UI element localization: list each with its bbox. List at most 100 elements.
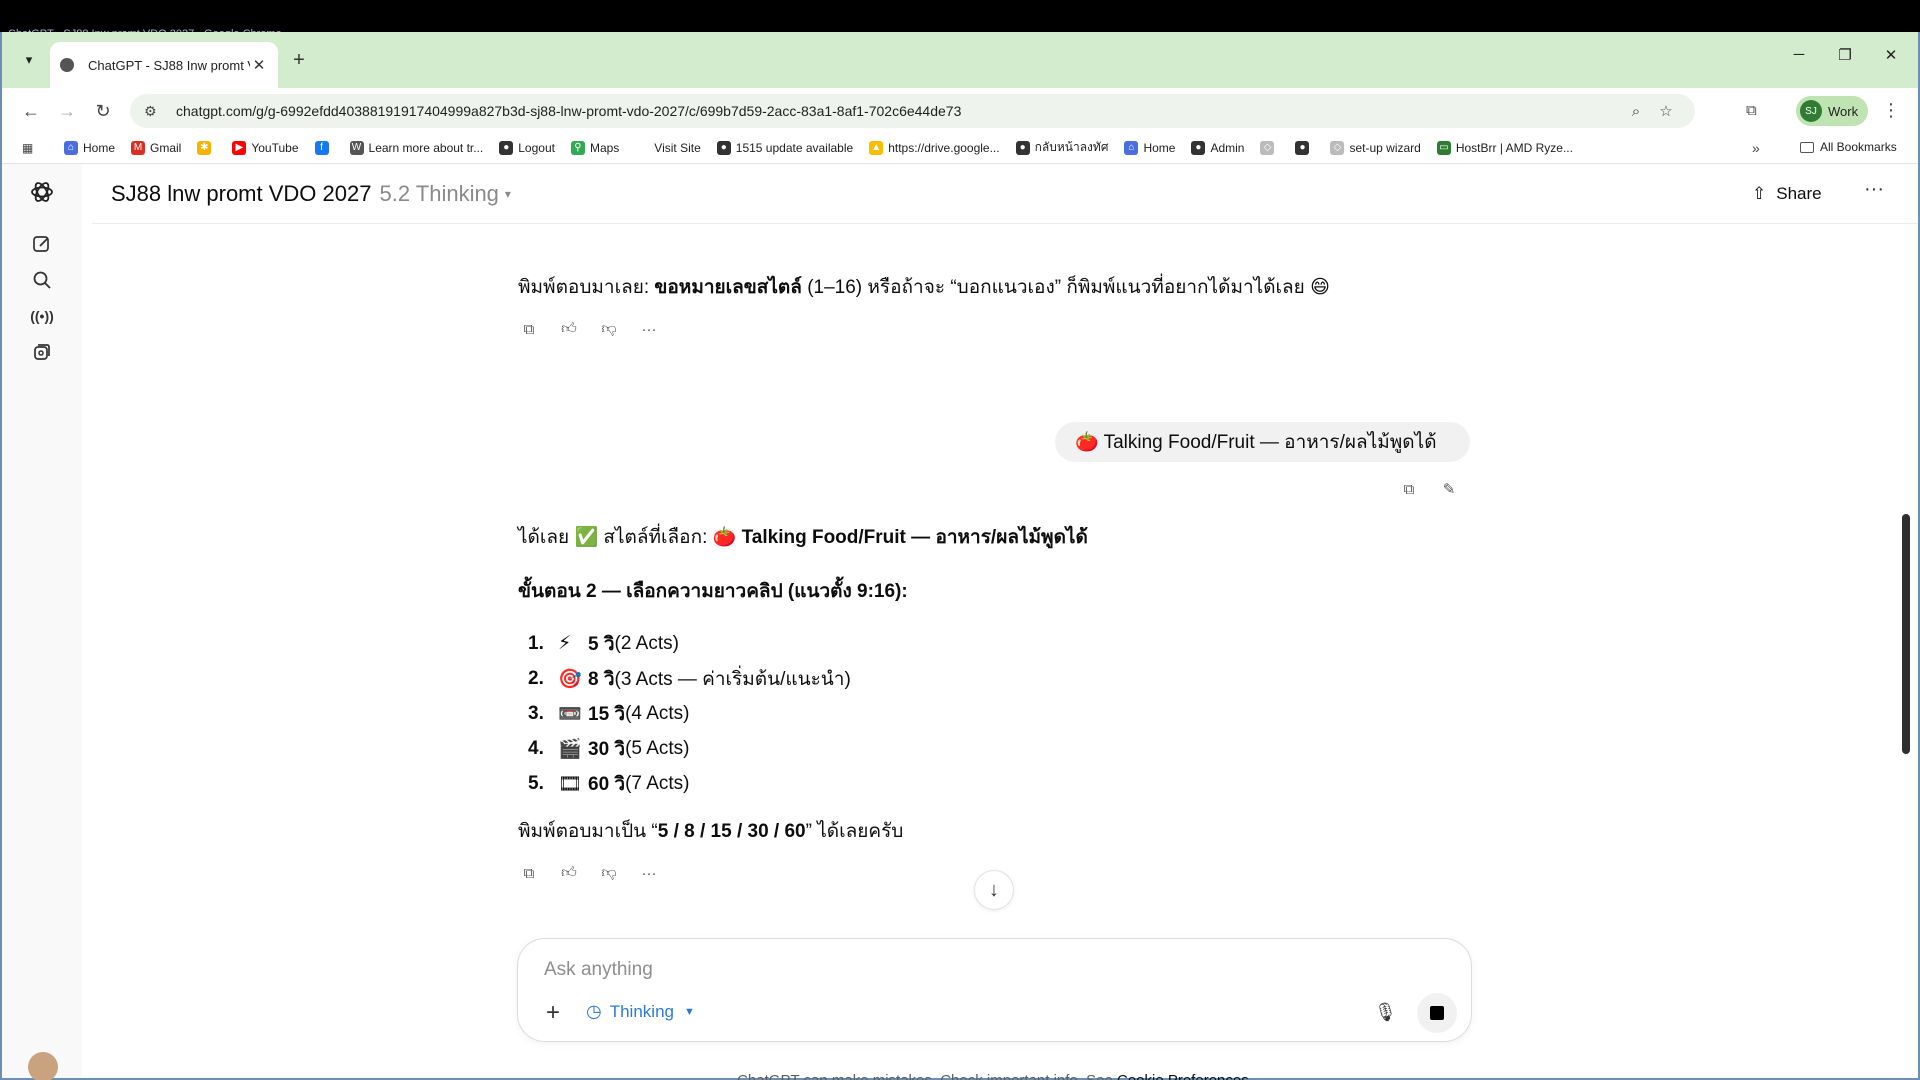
tab-title: ChatGPT - SJ88 Inw promt VDO 2027 [88, 57, 250, 73]
bookmark-item[interactable]: ● กลับหน้าลงทัศ [1015, 138, 1108, 157]
bookmark-item[interactable]: ● 1515 update available [716, 140, 853, 155]
message-actions: ⧉ 👍︎ 👎︎ ··· [518, 862, 660, 884]
close-tab-icon[interactable]: ✕ [250, 56, 268, 74]
more-actions-icon[interactable]: ··· [638, 862, 660, 884]
new-tab-button[interactable]: + [286, 48, 312, 74]
chevron-down-icon[interactable]: ▾ [505, 187, 511, 201]
apps-grid-icon[interactable]: ▦ [22, 141, 44, 155]
more-options-icon[interactable]: ··· [1864, 178, 1884, 201]
scrollbar-thumb[interactable] [1902, 514, 1910, 754]
list-item: 4. 🎬 30 วิ (5 Acts) [528, 737, 690, 760]
scroll-to-bottom-button[interactable]: ↓ [974, 870, 1014, 910]
copy-icon[interactable]: ⧉ [518, 318, 540, 340]
model-selector[interactable]: 5.2 Thinking [379, 181, 498, 207]
user-message-actions: ⧉ ✎ [1398, 478, 1460, 500]
bookmark-item[interactable]: ● Admin [1191, 140, 1244, 155]
restore-icon[interactable]: ❐ [1830, 46, 1860, 64]
bookmark-item[interactable]: ● [1295, 140, 1314, 155]
assistant-reply-line: ได้เลย ✅ สไตล์ที่เลือก: 🍅 Talking Food/F… [518, 527, 1088, 548]
chatgpt-app: ((•)) SJ88 lnw promt VDO 2027 5.2 Thinki… [2, 164, 1920, 1080]
list-item: 5. 🎞 60 วิ (7 Acts) [528, 772, 690, 795]
cookie-preferences-link[interactable]: Cookie Preferences [1117, 1072, 1249, 1080]
bookmark-item[interactable]: ▶ YouTube [232, 140, 299, 155]
thinking-mode-button[interactable]: ◷ Thinking ▼ [586, 1001, 695, 1022]
sidebar-rail: ((•)) [2, 164, 82, 1080]
copy-icon[interactable]: ⧉ [1398, 478, 1420, 500]
profile-avatar: SJ [1800, 100, 1822, 122]
more-bookmarks-icon[interactable]: » [1752, 140, 1760, 156]
site-info-icon[interactable]: ⚙ [144, 103, 162, 120]
bookmark-item[interactable]: W Learn more about tr... [349, 140, 483, 155]
step-heading: ขั้นตอน 2 — เลือกความยาวคลิป (แนวตั้ง 9:… [518, 581, 908, 602]
extensions-icon[interactable]: ⧉ [1746, 102, 1757, 119]
voice-broadcast-icon[interactable]: ((•)) [28, 302, 56, 330]
length-options-list: 1. ⚡ 5 วิ (2 Acts) 2. 🎯 8 วิ (3 Acts — ค่าเร… [528, 626, 851, 801]
bookmark-item[interactable]: ⌂ Home [1124, 140, 1175, 155]
bookmarks-bar: ▦ ⌂ Home M Gmail ✱ ▶ YouTube f W Learn more … [2, 132, 1918, 164]
chrome-menu-icon[interactable]: ⋮ [1882, 100, 1900, 121]
thumbs-down-icon[interactable]: 👎︎ [598, 318, 620, 340]
browser-toolbar: ← → ↻ ⚙ chatgpt.com/g/g-6992efdd40388191… [2, 88, 1918, 132]
bookmark-item[interactable]: f [314, 140, 334, 155]
bookmark-star-icon[interactable]: ☆ [1651, 102, 1681, 120]
address-bar[interactable]: ⚙ chatgpt.com/g/g-6992efdd40388191917404… [130, 94, 1695, 128]
reload-icon[interactable]: ↻ [90, 98, 116, 124]
url-text[interactable]: chatgpt.com/g/g-6992efdd4038819191740499… [176, 103, 1621, 119]
share-button[interactable]: ⇧ Share [1752, 178, 1822, 210]
reply-footer: พิมพ์ตอบมาเป็น “5 / 8 / 15 / 30 / 60” ได… [518, 821, 904, 842]
bookmark-item[interactable]: Visit Site [635, 140, 701, 155]
bookmark-item[interactable]: ● Logout [499, 140, 555, 155]
composer: + ◷ Thinking ▼ 🎙︎ [517, 938, 1472, 1042]
add-attachment-button[interactable]: + [540, 999, 566, 1027]
thumbs-down-icon[interactable]: 👎︎ [598, 862, 620, 884]
zoom-icon[interactable]: ⌕ [1621, 103, 1651, 120]
bookmark-item[interactable]: ◇ set-up wizard [1330, 140, 1421, 155]
stop-generating-button[interactable] [1417, 993, 1457, 1033]
back-icon[interactable]: ← [18, 98, 44, 124]
tab-strip: ▾ ChatGPT - SJ88 Inw promt VDO 2027 ✕ + … [2, 32, 1918, 88]
bookmark-item[interactable]: ✱ [197, 140, 216, 155]
microphone-icon[interactable]: 🎙︎ [1374, 1002, 1397, 1023]
library-icon[interactable] [28, 338, 56, 366]
list-item: 1. ⚡ 5 วิ (2 Acts) [528, 632, 679, 655]
edit-icon[interactable]: ✎ [1438, 478, 1460, 500]
bookmark-item[interactable]: ◇ [1260, 140, 1279, 155]
minimize-icon[interactable]: ─ [1784, 46, 1814, 63]
profile-label: Work [1828, 103, 1859, 119]
search-icon[interactable] [28, 266, 56, 294]
new-chat-icon[interactable] [28, 230, 56, 258]
tab-chatgpt[interactable]: ChatGPT - SJ88 Inw promt VDO 2027 ✕ [50, 42, 278, 88]
prompt-input[interactable] [544, 955, 1424, 985]
thumbs-up-icon[interactable]: 👍︎ [558, 862, 580, 884]
thumbs-up-icon[interactable]: 👍︎ [558, 318, 580, 340]
bookmark-item[interactable]: ⚲ Maps [570, 140, 619, 155]
user-message-bubble: 🍅 Talking Food/Fruit — อาหาร/ผลไม้พูดได้ [1055, 422, 1470, 462]
close-window-icon[interactable]: ✕ [1876, 46, 1906, 64]
bookmark-item[interactable]: ⌂ Home [64, 140, 115, 155]
browser-window: ▾ ChatGPT - SJ88 Inw promt VDO 2027 ✕ + … [0, 32, 1920, 1080]
list-item: 2. 🎯 8 วิ (3 Acts — ค่าเริ่มต้น/แนะนำ) [528, 667, 851, 690]
bookmark-item[interactable]: M Gmail [131, 140, 181, 155]
message-actions: ⧉ 👍︎ 👎︎ ··· [518, 318, 660, 340]
list-item: 3. 📼 15 วิ (4 Acts) [528, 702, 690, 725]
chat-header: SJ88 lnw promt VDO 2027 5.2 Thinking ▾ ⇧… [92, 164, 1918, 224]
chatgpt-favicon-icon [60, 58, 74, 72]
bookmark-item[interactable]: ▲ https://drive.google... [869, 140, 1000, 155]
clock-icon: ◷ [586, 1001, 602, 1021]
copy-icon[interactable]: ⧉ [518, 862, 540, 884]
more-actions-icon[interactable]: ··· [638, 318, 660, 340]
profile-button[interactable]: SJ Work [1796, 96, 1869, 126]
all-bookmarks-button[interactable]: All Bookmarks [1800, 140, 1897, 154]
chevron-down-icon: ▼ [683, 1005, 695, 1018]
openai-logo-icon[interactable] [28, 178, 56, 206]
tab-search-button[interactable]: ▾ [16, 46, 42, 74]
bookmark-item[interactable]: ▭ HostBrr | AMD Ryze... [1436, 140, 1573, 155]
assistant-message-prev: พิมพ์ตอบมาเลย: ขอหมายเลขสไตล์ (1–16) หรื… [518, 277, 1330, 298]
disclaimer: ChatGPT can make mistakes. Check importa… [2, 1072, 1920, 1080]
stop-icon [1430, 1006, 1444, 1020]
share-icon: ⇧ [1752, 184, 1767, 203]
scrollbar[interactable] [1898, 224, 1914, 1074]
folder-icon [1800, 141, 1814, 153]
gpt-title[interactable]: SJ88 lnw promt VDO 2027 [111, 181, 371, 207]
forward-icon[interactable]: → [54, 98, 80, 124]
